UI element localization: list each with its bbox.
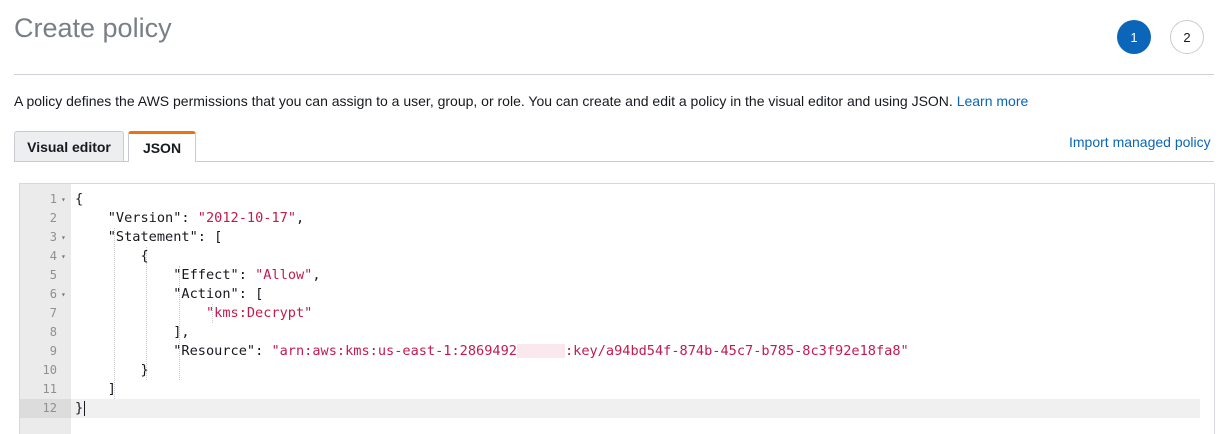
gutter-row: 10 xyxy=(20,361,71,380)
line-number: 8 xyxy=(49,325,57,339)
gutter-row: 9 xyxy=(20,342,71,361)
fold-arrow-icon[interactable]: ▾ xyxy=(61,247,66,266)
code-line: "Statement": [ xyxy=(107,229,223,245)
code-line: } xyxy=(71,361,1200,380)
json-brace: } xyxy=(140,362,149,378)
tab-json[interactable]: JSON xyxy=(128,131,196,162)
code-line: ] xyxy=(71,380,1200,399)
page-title: Create policy xyxy=(14,13,172,43)
json-key: "Version" xyxy=(107,210,182,226)
line-number: 6 xyxy=(49,287,57,301)
json-brace: { xyxy=(140,248,149,264)
code-line: { xyxy=(71,247,1200,266)
gutter-row: 8 xyxy=(20,323,71,342)
json-bracket: [ xyxy=(214,229,223,245)
json-string: "kms:Decrypt" xyxy=(205,305,313,321)
text-cursor xyxy=(84,400,86,416)
code-line-current: } xyxy=(71,399,1200,418)
fold-arrow-icon[interactable]: ▾ xyxy=(61,190,66,209)
code-line: "Effect": "Allow", xyxy=(173,267,321,283)
json-string: "Allow" xyxy=(255,267,313,283)
gutter-row: 7 xyxy=(20,304,71,323)
json-key: "Effect" xyxy=(173,267,239,283)
gutter-row: 11 xyxy=(20,380,71,399)
json-brace: } xyxy=(75,400,84,416)
gutter-row-current: 12 xyxy=(20,399,71,418)
gutter-row: 2 xyxy=(20,209,71,228)
json-key: "Action" xyxy=(173,286,239,302)
gutter-row: 3 ▾ xyxy=(20,228,71,247)
line-number: 4 xyxy=(49,249,57,263)
line-number: 5 xyxy=(49,268,57,282)
header-divider xyxy=(14,74,1214,75)
gutter-row: 6 ▾ xyxy=(20,285,71,304)
line-number: 7 xyxy=(49,306,57,320)
import-managed-policy-link[interactable]: Import managed policy xyxy=(1069,134,1211,150)
gutter-row: 5 xyxy=(20,266,71,285)
json-bracket: ], xyxy=(173,324,190,340)
line-number: 12 xyxy=(42,401,57,415)
json-string: :key/a94bd54f-874b-45c7-b785-8c3f92e18fa… xyxy=(564,343,909,359)
step-1-indicator: 1 xyxy=(1117,20,1151,54)
code-line: ], xyxy=(71,323,1200,342)
line-number: 11 xyxy=(42,382,57,396)
json-key: "Statement" xyxy=(107,229,198,245)
json-key: "Resource" xyxy=(173,343,256,359)
editor-gutter: 1 ▾ 2 3 ▾ 4 ▾ 5 6 ▾ 7 8 9 10 11 12 xyxy=(20,184,71,434)
fold-arrow-icon[interactable]: ▾ xyxy=(61,228,66,247)
json-string: "arn:aws:kms:us-east-1:2869492 xyxy=(271,343,517,359)
fold-arrow-icon[interactable]: ▾ xyxy=(61,285,66,304)
line-number: 3 xyxy=(49,230,57,244)
code-line: { xyxy=(71,190,1200,209)
description-text: A policy defines the AWS permissions tha… xyxy=(14,93,953,109)
json-bracket: ] xyxy=(107,381,116,397)
learn-more-link[interactable]: Learn more xyxy=(957,93,1029,109)
policy-description: A policy defines the AWS permissions tha… xyxy=(14,93,1028,109)
redaction-block xyxy=(516,344,565,358)
code-line: "kms:Decrypt" xyxy=(71,304,1200,323)
code-line: "Version": "2012-10-17", xyxy=(107,210,305,226)
tab-visual-editor[interactable]: Visual editor xyxy=(14,131,124,161)
gutter-row: 1 ▾ xyxy=(20,190,71,209)
line-number: 1 xyxy=(49,192,57,206)
json-brace: { xyxy=(75,191,84,207)
code-line: "Resource": "arn:aws:kms:us-east-1:28694… xyxy=(173,343,909,359)
line-number: 10 xyxy=(42,363,57,377)
json-string: "2012-10-17" xyxy=(197,210,297,226)
step-2-indicator: 2 xyxy=(1170,20,1204,54)
json-code-editor[interactable]: 1 ▾ 2 3 ▾ 4 ▾ 5 6 ▾ 7 8 9 10 11 12 { "Versio… xyxy=(19,183,1215,434)
line-number: 2 xyxy=(49,211,57,225)
json-bracket: [ xyxy=(255,286,264,302)
code-area[interactable]: { "Version": "2012-10-17", "Statement": … xyxy=(71,184,1214,434)
gutter-row: 4 ▾ xyxy=(20,247,71,266)
line-number: 9 xyxy=(49,344,57,358)
code-line: "Action": [ xyxy=(173,286,264,302)
